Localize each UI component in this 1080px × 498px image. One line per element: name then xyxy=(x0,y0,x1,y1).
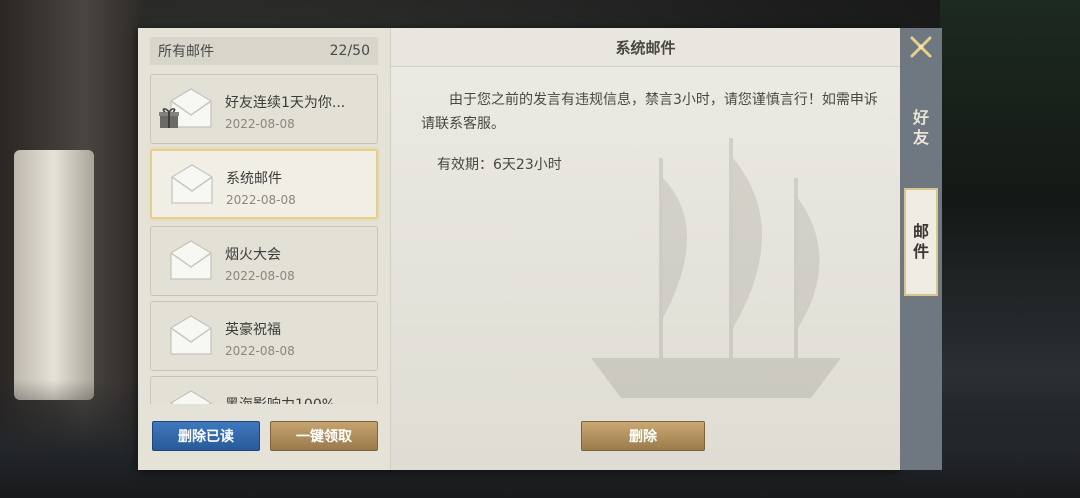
envelope-icon xyxy=(171,164,213,204)
mail-title: 好友连续1天为你... xyxy=(225,95,346,111)
ship-watermark-icon xyxy=(591,138,841,398)
background-pillar xyxy=(14,150,94,400)
tab-friends-char-2: 友 xyxy=(912,128,929,147)
envelope-icon xyxy=(170,390,212,404)
side-tab-bar: 好 友 邮 件 xyxy=(900,28,942,470)
mail-list-header: 所有邮件 22/50 xyxy=(150,37,378,65)
tab-mail-char-2: 件 xyxy=(912,242,929,261)
tab-friends-char-1: 好 xyxy=(912,108,929,127)
tab-mail[interactable]: 邮 件 xyxy=(904,188,938,296)
tab-friends[interactable]: 好 友 xyxy=(904,74,938,182)
mail-content-panel: 系统邮件 由于您之前的发言有违规信息，禁言3小时，请您谨慎言行！如需申诉请联系客… xyxy=(391,28,900,470)
tab-mail-char-1: 邮 xyxy=(912,222,929,241)
mail-count: 22/50 xyxy=(329,43,370,59)
mail-body-text: 由于您之前的发言有违规信息，禁言3小时，请您谨慎言行！如需申诉请联系客服。 xyxy=(421,92,878,132)
mail-title: 英豪祝福 xyxy=(225,322,281,338)
envelope-icon xyxy=(170,315,212,355)
mail-date: 2022-08-08 xyxy=(226,193,296,207)
mail-list-title: 所有邮件 xyxy=(158,44,214,60)
mail-list-panel: 所有邮件 22/50 好友连续1天为你... 2022-08-08 系统邮件 2… xyxy=(138,28,391,470)
mail-date: 2022-08-08 xyxy=(225,269,295,283)
mail-item-1[interactable]: 系统邮件 2022-08-08 xyxy=(150,149,378,219)
delete-button[interactable]: 删除 xyxy=(581,421,705,451)
mail-title: 烟火大会 xyxy=(225,247,281,263)
mail-date: 2022-08-08 xyxy=(225,344,295,358)
gift-icon xyxy=(159,108,179,128)
mail-item-2[interactable]: 烟火大会 2022-08-08 xyxy=(150,226,378,296)
mail-item-4[interactable]: 黑海影响力100% xyxy=(150,376,378,404)
claim-all-button[interactable]: 一键领取 xyxy=(270,421,378,451)
envelope-icon xyxy=(170,240,212,280)
mail-content-title: 系统邮件 xyxy=(391,28,900,67)
mail-validity: 有效期：6天23小时 xyxy=(437,157,562,173)
mail-item-3[interactable]: 英豪祝福 2022-08-08 xyxy=(150,301,378,371)
mail-list[interactable]: 好友连续1天为你... 2022-08-08 系统邮件 2022-08-08 烟… xyxy=(150,74,380,404)
mail-title: 黑海影响力100% xyxy=(225,394,335,404)
mail-item-0[interactable]: 好友连续1天为你... 2022-08-08 xyxy=(150,74,378,144)
mail-date: 2022-08-08 xyxy=(225,117,295,131)
close-icon[interactable] xyxy=(908,34,934,60)
mail-dialog: 所有邮件 22/50 好友连续1天为你... 2022-08-08 系统邮件 2… xyxy=(138,28,900,470)
delete-read-button[interactable]: 删除已读 xyxy=(152,421,260,451)
mail-title: 系统邮件 xyxy=(226,171,282,187)
